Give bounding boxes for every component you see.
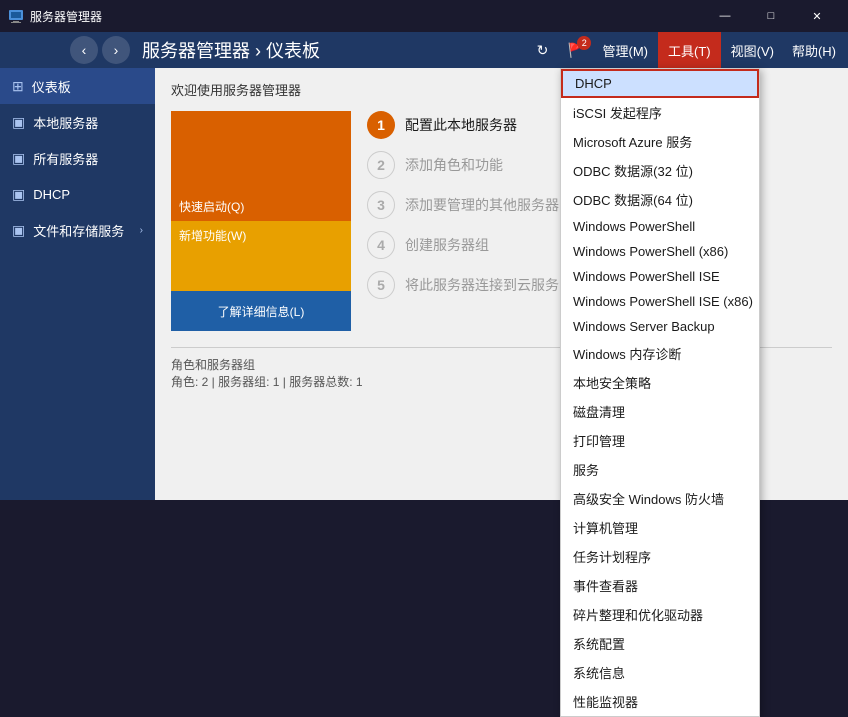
files-arrow-icon: › [140, 225, 143, 236]
tools-menu-perfmon[interactable]: 性能监视器 [561, 687, 759, 716]
task-1-number: 1 [367, 111, 395, 139]
maximize-button[interactable]: □ [748, 0, 794, 32]
tools-menu-diskclean[interactable]: 磁盘清理 [561, 397, 759, 426]
task-4-number: 4 [367, 231, 395, 259]
tools-menu-secpol[interactable]: 本地安全策略 [561, 368, 759, 397]
task-3-number: 3 [367, 191, 395, 219]
tools-menu-taskschd[interactable]: 任务计划程序 [561, 542, 759, 571]
menu-help[interactable]: 帮助(H) [784, 32, 844, 68]
learn-more-block[interactable]: 了解详细信息(L) [171, 291, 351, 331]
tools-menu-services[interactable]: 服务 [561, 455, 759, 484]
app-icon [8, 8, 24, 24]
tools-menu-wsb[interactable]: Windows Server Backup [561, 314, 759, 339]
local-server-icon: ▣ [12, 114, 25, 131]
window-controls: — □ ✕ [702, 0, 840, 32]
quickstart-panel: 快速启动(Q) 新增功能(W) 了解详细信息(L) [171, 111, 351, 331]
dhcp-icon: ▣ [12, 186, 25, 203]
tools-menu-odbc64[interactable]: ODBC 数据源(64 位) [561, 185, 759, 214]
minimize-button[interactable]: — [702, 0, 748, 32]
tools-menu-iscsi[interactable]: iSCSI 发起程序 [561, 98, 759, 127]
tools-menu-dhcp[interactable]: DHCP [561, 69, 759, 98]
task-5-number: 5 [367, 271, 395, 299]
title-bar-text: 服务器管理器 [30, 8, 702, 25]
sidebar-item-dhcp[interactable]: ▣ DHCP [0, 176, 155, 212]
close-button[interactable]: ✕ [794, 0, 840, 32]
title-bar: 服务器管理器 — □ ✕ [0, 0, 848, 32]
tools-menu-powershell[interactable]: Windows PowerShell [561, 214, 759, 239]
sidebar-item-files[interactable]: ▣ 文件和存储服务 › [0, 212, 155, 248]
tools-dropdown-menu: DHCP iSCSI 发起程序 Microsoft Azure 服务 ODBC … [560, 68, 760, 717]
main-window: 服务器管理器 — □ ✕ ‹ › 服务器管理器 › 仪表板 ↻ 🚩 2 管理(M… [0, 0, 848, 500]
tools-menu-firewall[interactable]: 高级安全 Windows 防火墙 [561, 484, 759, 513]
new-features-label: 新增功能(W) [179, 227, 246, 244]
tools-menu-powershellise[interactable]: Windows PowerShell ISE [561, 264, 759, 289]
nav-back-button[interactable]: ‹ [70, 36, 98, 64]
tools-menu-msconfig[interactable]: 系统配置 [561, 629, 759, 658]
sidebar-item-all[interactable]: ▣ 所有服务器 [0, 140, 155, 176]
nav-forward-button[interactable]: › [102, 36, 130, 64]
tools-menu-printmgmt[interactable]: 打印管理 [561, 426, 759, 455]
files-icon: ▣ [12, 222, 25, 239]
sidebar-item-local[interactable]: ▣ 本地服务器 [0, 104, 155, 140]
tools-menu-memdiag[interactable]: Windows 内存诊断 [561, 339, 759, 368]
tools-menu-dfrag[interactable]: 碎片整理和优化驱动器 [561, 600, 759, 629]
tools-menu-azure[interactable]: Microsoft Azure 服务 [561, 127, 759, 156]
all-servers-icon: ▣ [12, 150, 25, 167]
task-2-label: 添加角色和功能 [405, 155, 503, 175]
learn-more-label: 了解详细信息(L) [218, 303, 305, 320]
menu-view[interactable]: 视图(V) [723, 32, 782, 68]
tools-menu-compmgmt[interactable]: 计算机管理 [561, 513, 759, 542]
task-4-label: 创建服务器组 [405, 235, 489, 255]
refresh-button[interactable]: ↻ [529, 36, 557, 64]
tools-menu-eventvwr[interactable]: 事件查看器 [561, 571, 759, 600]
menu-bar: ‹ › 服务器管理器 › 仪表板 ↻ 🚩 2 管理(M) 工具(T) 视图(V)… [0, 32, 848, 68]
task-2-number: 2 [367, 151, 395, 179]
tools-menu-odbc32[interactable]: ODBC 数据源(32 位) [561, 156, 759, 185]
menu-tools[interactable]: 工具(T) [658, 32, 721, 68]
notify-button[interactable]: 🚩 2 [563, 36, 591, 64]
dashboard-icon: ⊞ [12, 78, 24, 95]
quickstart-label: 快速启动(Q) [179, 198, 244, 215]
menu-bar-right: ↻ 🚩 2 管理(M) 工具(T) 视图(V) 帮助(H) [527, 32, 845, 68]
quickstart-block[interactable]: 快速启动(Q) [171, 111, 351, 221]
tools-menu-sysinfo[interactable]: 系统信息 [561, 658, 759, 687]
task-5-label: 将此服务器连接到云服务 [405, 275, 559, 295]
task-3-label: 添加要管理的其他服务器 [405, 195, 559, 215]
tools-menu-powershellisex86[interactable]: Windows PowerShell ISE (x86) [561, 289, 759, 314]
tools-menu-powershellx86[interactable]: Windows PowerShell (x86) [561, 239, 759, 264]
new-features-block[interactable]: 新增功能(W) [171, 221, 351, 291]
breadcrumb: 服务器管理器 › 仪表板 [142, 37, 527, 63]
sidebar: ⊞ 仪表板 ▣ 本地服务器 ▣ 所有服务器 ▣ DHCP ▣ 文件和存储服务 › [0, 68, 155, 500]
sidebar-item-dashboard[interactable]: ⊞ 仪表板 [0, 68, 155, 104]
menu-manage[interactable]: 管理(M) [595, 32, 657, 68]
task-1-label: 配置此本地服务器 [405, 115, 517, 135]
